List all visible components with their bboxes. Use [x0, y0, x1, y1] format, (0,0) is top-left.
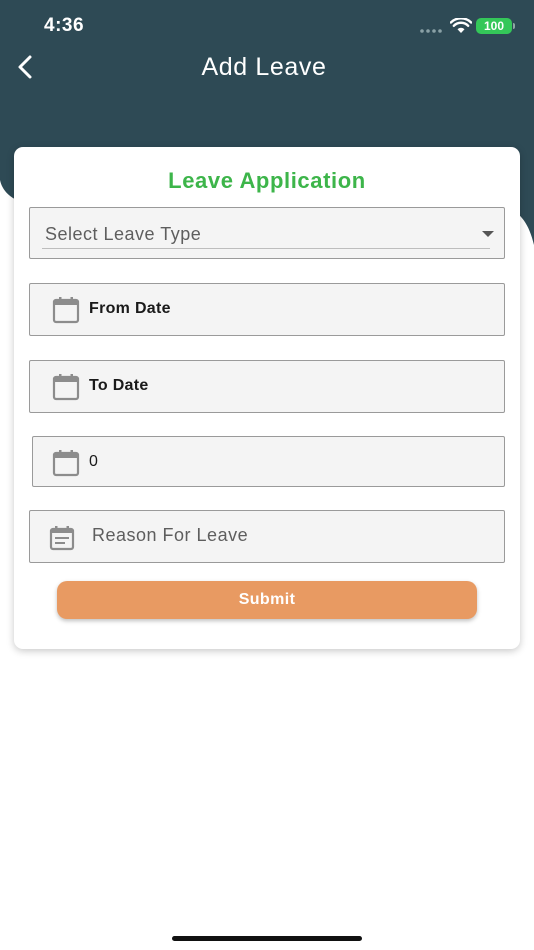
submit-button[interactable]: Submit — [57, 581, 477, 619]
select-underline — [42, 248, 490, 249]
calendar-icon — [52, 374, 80, 401]
from-date-field[interactable]: From Date — [29, 283, 505, 336]
wifi-icon — [450, 18, 472, 33]
reason-input[interactable]: Reason For Leave — [29, 510, 505, 563]
number-of-days-field[interactable]: 0 — [32, 436, 505, 487]
calendar-icon — [52, 297, 80, 324]
from-date-label: From Date — [89, 300, 171, 317]
calendar-icon — [52, 450, 80, 477]
status-bar: 4:36 100 — [0, 0, 534, 50]
page-title: Add Leave — [201, 53, 327, 81]
leave-type-select[interactable]: Select Leave Type — [29, 207, 505, 259]
to-date-field[interactable]: To Date — [29, 360, 505, 413]
leave-application-card: Leave Application Select Leave Type From… — [14, 147, 520, 649]
number-of-days-value: 0 — [89, 453, 99, 470]
cellular-signal-icon — [420, 29, 442, 33]
status-time: 4:36 — [44, 15, 85, 36]
battery-indicator: 100 — [476, 18, 515, 34]
form-title: Leave Application — [168, 168, 366, 193]
caret-down-icon — [482, 231, 494, 237]
home-indicator — [172, 936, 362, 941]
to-date-label: To Date — [89, 377, 149, 394]
leave-type-placeholder: Select Leave Type — [45, 224, 202, 244]
reason-placeholder: Reason For Leave — [92, 525, 249, 545]
notes-icon — [49, 526, 75, 551]
